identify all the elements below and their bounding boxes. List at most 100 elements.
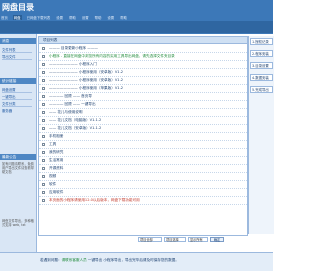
sidebar-head-stats: 统计链接: [0, 78, 36, 84]
list-item[interactable]: ———————— 小程序入门: [39, 61, 247, 69]
sidebar-head-notice: 最新公告: [0, 154, 36, 160]
footer: 若遇到问题：请联系客服人员 一键导出 小程序导出，导出完毕后请及时保存您的数据。: [0, 252, 273, 271]
action-bar: 项目全部 项目选择 显示所有 确定: [38, 236, 246, 244]
row-checkbox[interactable]: [42, 63, 45, 66]
list-item[interactable]: 我的研究: [39, 149, 247, 157]
row-label[interactable]: 应用软件: [49, 189, 63, 196]
notice-text: 如有问题请联系，免费用户导出文件请查看帮助文档: [2, 162, 34, 174]
list-item[interactable]: 视频: [39, 173, 247, 181]
right-item-1[interactable]: 1.授权记录: [250, 38, 273, 45]
row-checkbox[interactable]: [42, 119, 45, 122]
row-checkbox[interactable]: [42, 71, 45, 74]
row-label[interactable]: 手机相册: [49, 133, 63, 140]
list-item[interactable]: —— 花儿文档（电脑版）V1.1.2: [39, 117, 247, 125]
divider: [2, 99, 32, 100]
row-checkbox[interactable]: [42, 127, 45, 130]
list-item[interactable]: ———————— 小程序使用（苹果版）V1.2: [39, 85, 247, 93]
nav-item-2[interactable]: 网盘: [12, 14, 22, 20]
file-list-panel: 项目列表 ——— 目录更新小程序 ——— 小程序 - 直接在网盘中浏览所有内容的实…: [38, 36, 248, 236]
footer-text-a: 若遇到问题：: [40, 258, 62, 262]
right-item-4[interactable]: 4.数据安装: [250, 74, 273, 81]
list-item[interactable]: 开源资料: [39, 165, 247, 173]
list-item[interactable]: 应用软件: [39, 189, 247, 197]
divider: [2, 52, 32, 53]
nav-item-4[interactable]: 设置: [55, 15, 64, 20]
row-checkbox[interactable]: [42, 191, 45, 194]
row-label[interactable]: 小程序 - 直接在网盘中浏览所有内容的实用工具导出网盘，请先选择文件夹目录: [49, 53, 175, 60]
list-item[interactable]: ———————— 小程序使用（安卓版）V1.2: [39, 69, 247, 77]
row-checkbox[interactable]: [42, 175, 45, 178]
right-item-5[interactable]: 5.完成导出: [250, 86, 273, 93]
row-checkbox[interactable]: [42, 183, 45, 186]
nav-item-3[interactable]: 已网盘下载列表: [26, 15, 52, 20]
divider: [2, 59, 32, 60]
row-label[interactable]: —— 花儿文档（电脑版）V1.1.2: [49, 117, 101, 124]
panel-header: 项目列表: [39, 37, 247, 44]
list-item[interactable]: ———— 回顾 —— 一键导出: [39, 101, 247, 109]
sidebar-link-server[interactable]: 服务器: [2, 108, 12, 113]
row-checkbox[interactable]: [42, 103, 45, 106]
nav-item-1[interactable]: 首页: [0, 15, 9, 20]
row-checkbox[interactable]: [42, 199, 45, 202]
row-label[interactable]: 本页面的小程序请使用12.0以后版本，网盘下载功能可用: [49, 197, 140, 204]
row-label[interactable]: ———————— 小程序入门: [49, 61, 97, 68]
row-label[interactable]: 视频: [49, 173, 56, 180]
right-panel: 1.授权记录 2.程序安装 3.目录设置 4.数据安装 5.完成导出: [248, 36, 274, 234]
top-nav: 首页 网盘 已网盘下载列表 设置 帮助 设置 帮助 设置 帮助: [0, 14, 132, 20]
row-checkbox[interactable]: [42, 95, 45, 98]
list-item[interactable]: ———— 回顾 —— 首页导: [39, 93, 247, 101]
row-label[interactable]: —— 花儿与使用说明: [49, 109, 83, 116]
list-item[interactable]: 工具: [39, 141, 247, 149]
nav-item-7[interactable]: 帮助: [94, 15, 103, 20]
list-item[interactable]: ———————— 小程序使用（安卓版）V1.2: [39, 77, 247, 85]
row-label[interactable]: 软件: [49, 181, 56, 188]
list-item[interactable]: 软件: [39, 181, 247, 189]
right-item-3[interactable]: 3.目录设置: [250, 62, 273, 69]
list-item[interactable]: —— 花儿文档（安卓版）V1.1.2: [39, 125, 247, 133]
nav-item-9[interactable]: 帮助: [119, 15, 128, 20]
row-label[interactable]: ———————— 小程序使用（安卓版）V1.2: [49, 77, 123, 84]
row-label[interactable]: 工具: [49, 141, 56, 148]
row-label[interactable]: ———————— 小程序使用（安卓版）V1.2: [49, 69, 123, 76]
divider: [2, 106, 32, 107]
row-checkbox[interactable]: [42, 159, 45, 162]
list-item[interactable]: 小程序 - 直接在网盘中浏览所有内容的实用工具导出网盘，请先选择文件夹目录: [39, 53, 247, 61]
notice-text-2: 网盘文件导出，多种格式支持 web, txt: [2, 219, 34, 227]
row-label[interactable]: —— 花儿文档（安卓版）V1.1.2: [49, 125, 101, 132]
footer-text-b: 一键导出 小程序导出，导出完毕后请及时保存您的数据。: [86, 258, 179, 262]
row-label[interactable]: 我的研究: [49, 149, 63, 156]
divider: [2, 92, 32, 93]
row-checkbox[interactable]: [42, 55, 45, 58]
header-bar: 网盘目录 首页 网盘 已网盘下载列表 设置 帮助 设置 帮助 设置 帮助: [0, 0, 273, 34]
list-item[interactable]: ——— 目录更新小程序 ———: [39, 45, 247, 53]
row-label[interactable]: ———— 回顾 —— 首页导: [49, 93, 92, 100]
list-item[interactable]: 生活常用: [39, 157, 247, 165]
nav-item-6[interactable]: 设置: [81, 15, 90, 20]
right-item-2[interactable]: 2.程序安装: [250, 50, 273, 57]
row-label[interactable]: ———————— 小程序使用（苹果版）V1.2: [49, 85, 123, 92]
row-label[interactable]: 生活常用: [49, 157, 63, 164]
row-checkbox[interactable]: [42, 143, 45, 146]
footer-text-em: 请联系客服人员: [61, 258, 87, 262]
list-item[interactable]: 手机相册: [39, 133, 247, 141]
row-checkbox[interactable]: [42, 167, 45, 170]
sidebar-head-messages: 消息: [0, 38, 36, 44]
confirm-button[interactable]: 确定: [210, 237, 224, 242]
footer-text: 若遇到问题：请联系客服人员 一键导出 小程序导出，导出完毕后请及时保存您的数据。: [40, 258, 179, 263]
row-label[interactable]: 开源资料: [49, 165, 63, 172]
display-select[interactable]: 显示所有: [188, 237, 208, 242]
filter-select[interactable]: 项目全部: [138, 237, 162, 242]
row-checkbox[interactable]: [42, 151, 45, 154]
row-checkbox[interactable]: [42, 87, 45, 90]
list-item[interactable]: 本页面的小程序请使用12.0以后版本，网盘下载功能可用: [39, 197, 247, 205]
row-checkbox[interactable]: [42, 79, 45, 82]
row-label[interactable]: ———— 回顾 —— 一键导出: [49, 101, 96, 108]
action-select[interactable]: 项目选择: [164, 237, 186, 242]
row-checkbox[interactable]: [42, 47, 45, 50]
nav-item-8[interactable]: 设置: [106, 15, 115, 20]
row-checkbox[interactable]: [42, 135, 45, 138]
row-label[interactable]: ——— 目录更新小程序 ———: [49, 45, 98, 52]
nav-item-5[interactable]: 帮助: [68, 15, 77, 20]
list-item[interactable]: —— 花儿与使用说明: [39, 109, 247, 117]
row-checkbox[interactable]: [42, 111, 45, 114]
